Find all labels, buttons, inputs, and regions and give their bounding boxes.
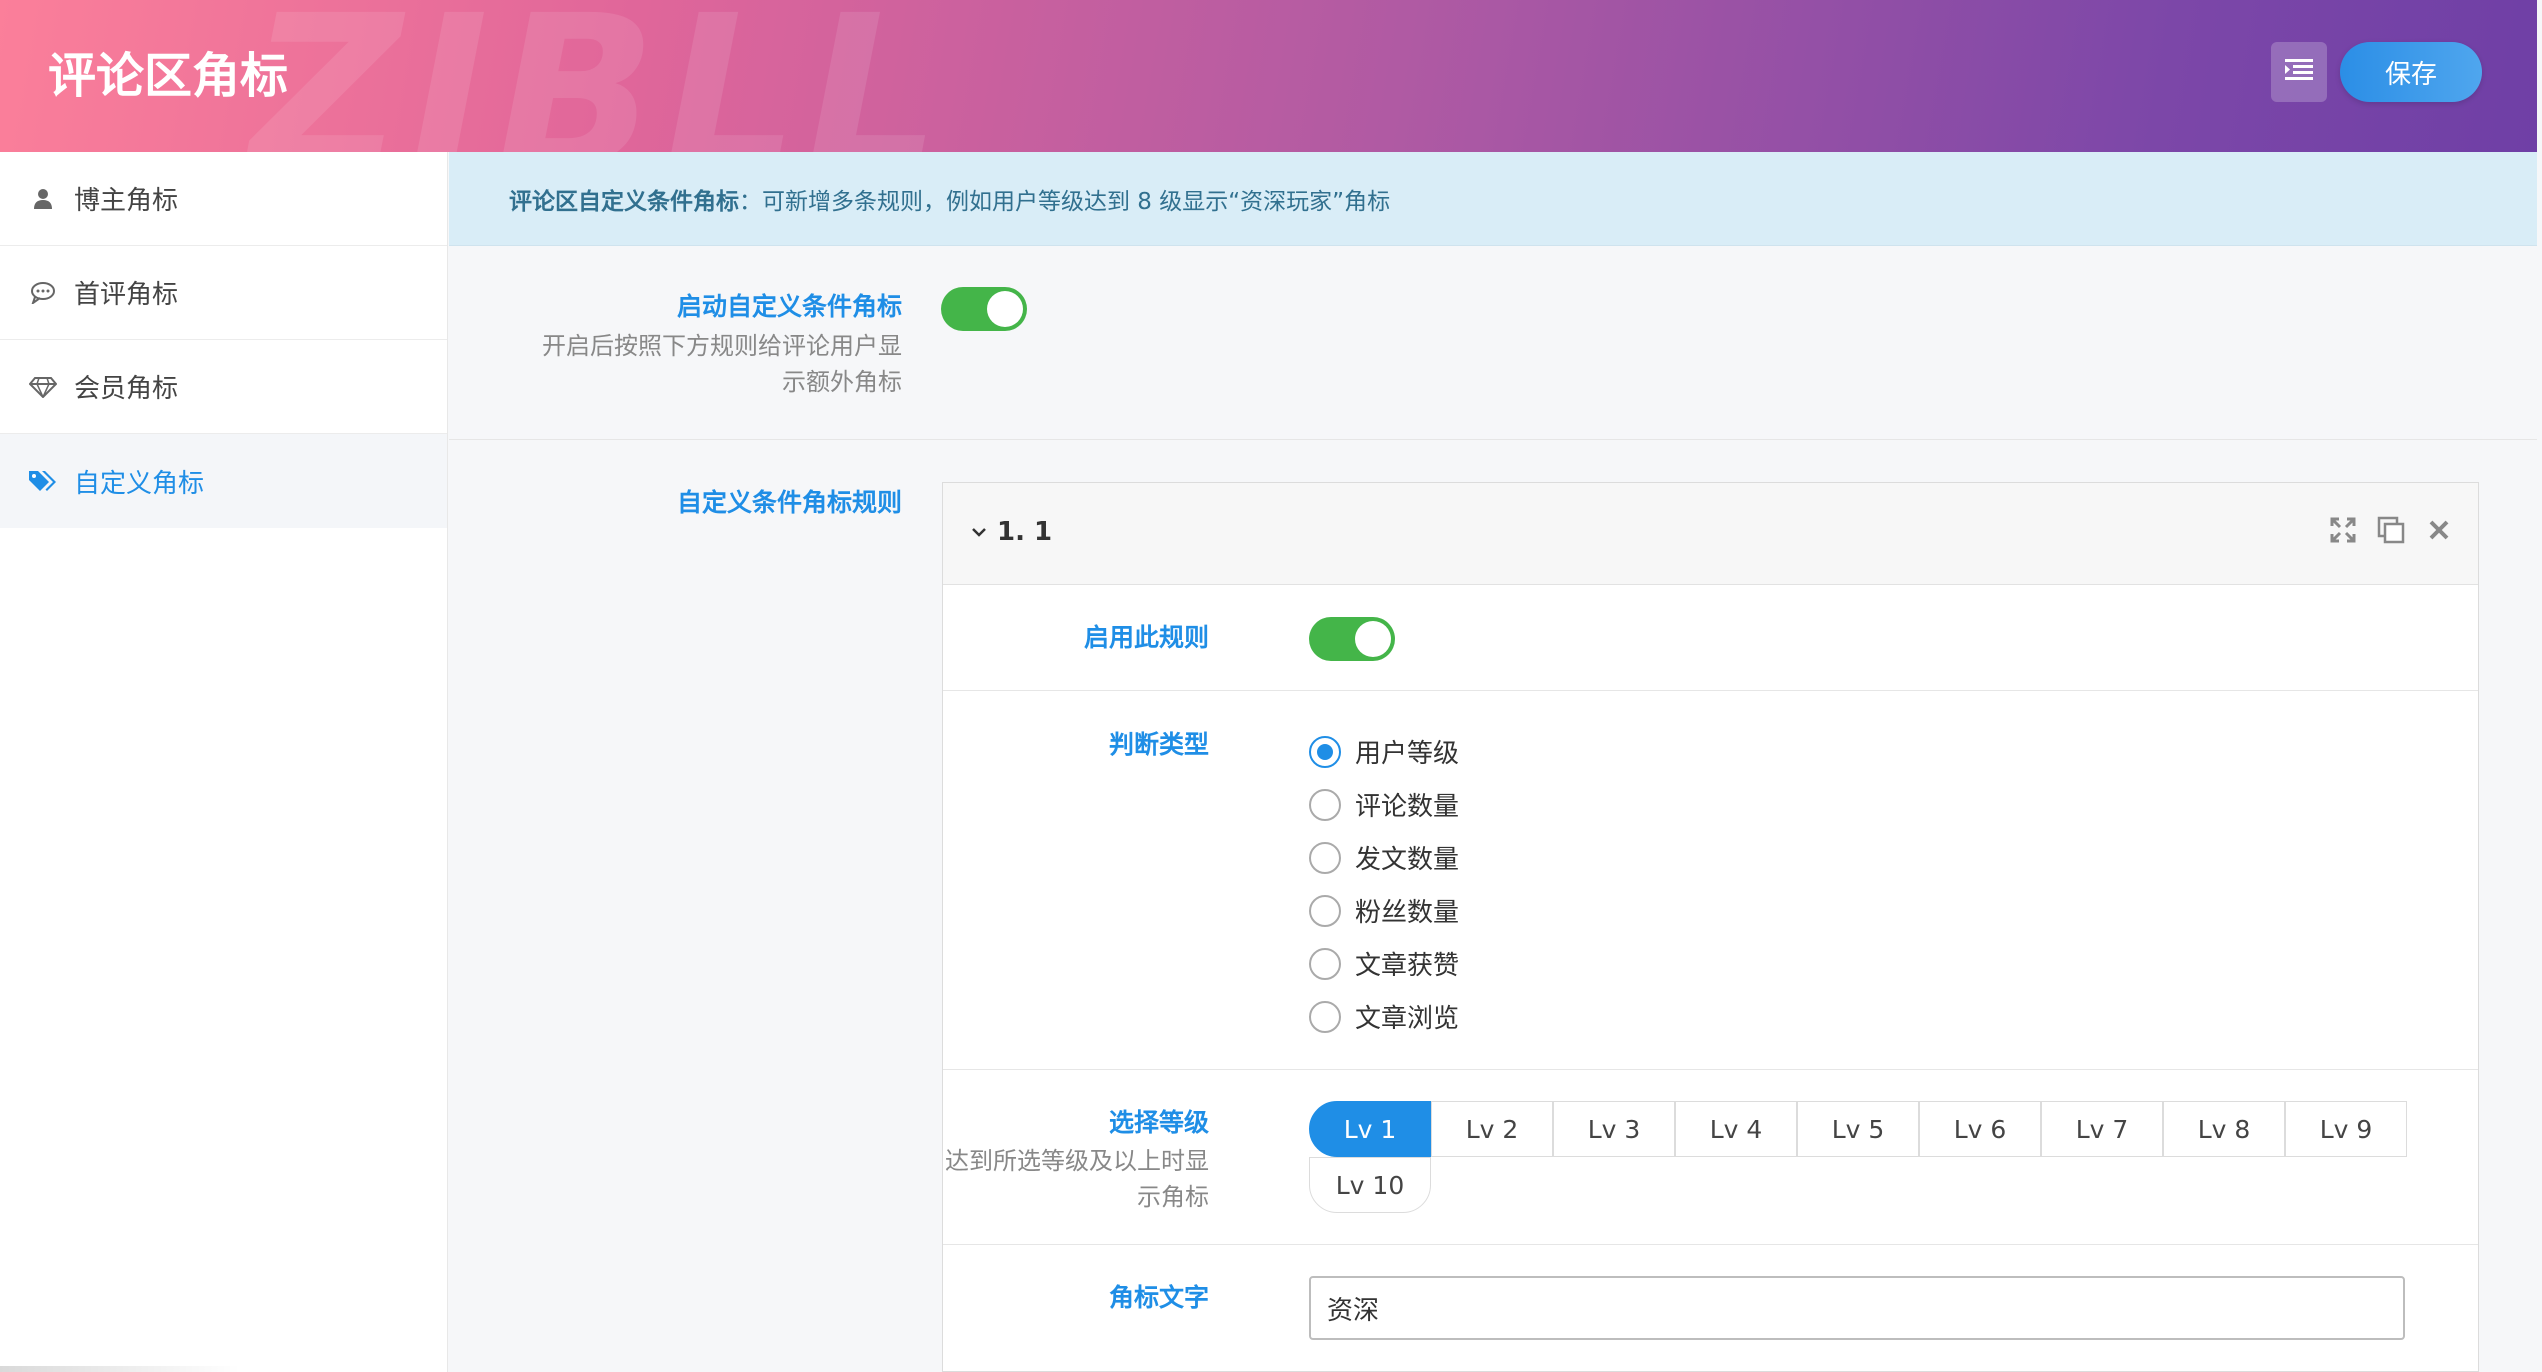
divider [943,1244,2478,1245]
diamond-icon [28,376,58,398]
sidebar-item-vip-badge[interactable]: 会员角标 [0,340,447,434]
level-option[interactable]: Lv 2 [1431,1101,1553,1157]
judge-type-label: 判断类型 [1108,730,1209,759]
radio-label: 评论数量 [1355,792,1460,822]
level-option[interactable]: Lv 5 [1797,1101,1919,1157]
close-icon[interactable] [2424,515,2454,545]
rule-group-header[interactable]: 1. 1 [943,483,2478,585]
rule-group-title: 1. 1 [971,517,1052,547]
level-desc-line2: 示角标 [1137,1183,1209,1211]
enable-rule-toggle[interactable] [1309,617,1395,661]
radio-label: 文章浏览 [1355,1004,1460,1034]
sidebar-item-custom-badge[interactable]: 自定义角标 [0,434,447,528]
divider [449,439,2537,440]
radio-button[interactable] [1309,894,1341,927]
rule-group: 1. 1 启用此规则 判断类型 用户等级 评论数量 发文数量 粉丝数量 文章获赞… [942,482,2479,1372]
enable-custom-desc: 开启后按照下方规则给评论用户显 示额外角标 [480,328,902,400]
clone-icon[interactable] [2376,515,2406,545]
divider [943,1069,2478,1070]
radio-button[interactable] [1309,788,1341,821]
level-option[interactable]: Lv 7 [2041,1101,2163,1157]
divider [943,690,2478,691]
level-select-label: 选择等级 [1108,1108,1209,1137]
radio-button[interactable] [1309,1000,1341,1033]
sidebar-item-blogger-badge[interactable]: 博主角标 [0,152,447,246]
radio-label: 粉丝数量 [1355,898,1460,928]
sidebar-item-label: 首评角标 [74,280,179,310]
page-title: 评论区角标 [48,48,289,104]
level-option[interactable]: Lv 10 [1309,1157,1431,1213]
user-icon [28,188,58,210]
radio-user-level[interactable]: 用户等级 [1309,725,1459,778]
notice-text: ：可新增多条规则，例如用户等级达到 8 级显示“资深玩家”角标 [739,188,1391,215]
sidebar-item-first-comment-badge[interactable]: 首评角标 [0,246,447,340]
radio-post-likes[interactable]: 文章获赞 [1309,937,1459,990]
enable-custom-desc-line2: 示额外角标 [782,368,902,396]
sidebar-item-label: 自定义角标 [74,468,205,499]
badge-text-input[interactable] [1309,1276,2405,1340]
judge-type-radio-group: 用户等级 评论数量 发文数量 粉丝数量 文章获赞 文章浏览 [1309,725,1459,1043]
menu-button[interactable] [2271,42,2327,102]
info-notice: 评论区自定义条件角标 ：可新增多条规则，例如用户等级达到 8 级显示“资深玩家”… [449,152,2537,246]
save-button[interactable]: 保存 [2340,42,2482,102]
rule-group-title-text: 1. 1 [997,517,1053,547]
radio-button[interactable] [1309,735,1341,768]
sidebar-item-label: 会员角标 [74,374,179,404]
page-header: ZIBLL 评论区角标 保存 [0,0,2537,152]
enable-custom-desc-line1: 开启后按照下方规则给评论用户显 [542,332,902,360]
level-option[interactable]: Lv 9 [2285,1101,2407,1157]
scroll-shadow [0,1366,240,1372]
level-select-desc: 达到所选等级及以上时显 示角标 [943,1143,1209,1215]
radio-follower-count[interactable]: 粉丝数量 [1309,884,1459,937]
level-option[interactable]: Lv 1 [1309,1101,1431,1157]
chevron-down-icon[interactable] [971,526,987,538]
level-option[interactable]: Lv 4 [1675,1101,1797,1157]
radio-label: 文章获赞 [1355,951,1460,981]
enable-custom-toggle[interactable] [941,287,1027,331]
radio-button[interactable] [1309,947,1341,980]
expand-icon[interactable] [2328,515,2358,545]
radio-label: 用户等级 [1355,739,1460,769]
radio-post-views[interactable]: 文章浏览 [1309,990,1459,1043]
radio-button[interactable] [1309,841,1341,874]
list-menu-icon [2285,59,2313,85]
level-option[interactable]: Lv 3 [1553,1101,1675,1157]
comment-icon [28,281,58,304]
sidebar-item-label: 博主角标 [74,186,179,216]
radio-label: 发文数量 [1355,845,1460,875]
sidebar: 博主角标 首评角标 会员角标 自定义角标 [0,152,448,1372]
notice-title: 评论区自定义条件角标 [509,188,739,215]
radio-comment-count[interactable]: 评论数量 [1309,778,1459,831]
rule-group-tools [2328,515,2454,545]
badge-text-label: 角标文字 [1108,1283,1209,1312]
tags-icon [28,469,58,493]
level-option[interactable]: Lv 8 [2163,1101,2285,1157]
radio-post-count[interactable]: 发文数量 [1309,831,1459,884]
enable-rule-label: 启用此规则 [1083,623,1209,652]
rules-label: 自定义条件角标规则 [676,488,902,517]
level-option[interactable]: Lv 6 [1919,1101,2041,1157]
enable-custom-label: 启动自定义条件角标 [676,292,902,321]
level-desc-line1: 达到所选等级及以上时显 [945,1147,1209,1175]
header-watermark: ZIBLL [250,0,949,152]
